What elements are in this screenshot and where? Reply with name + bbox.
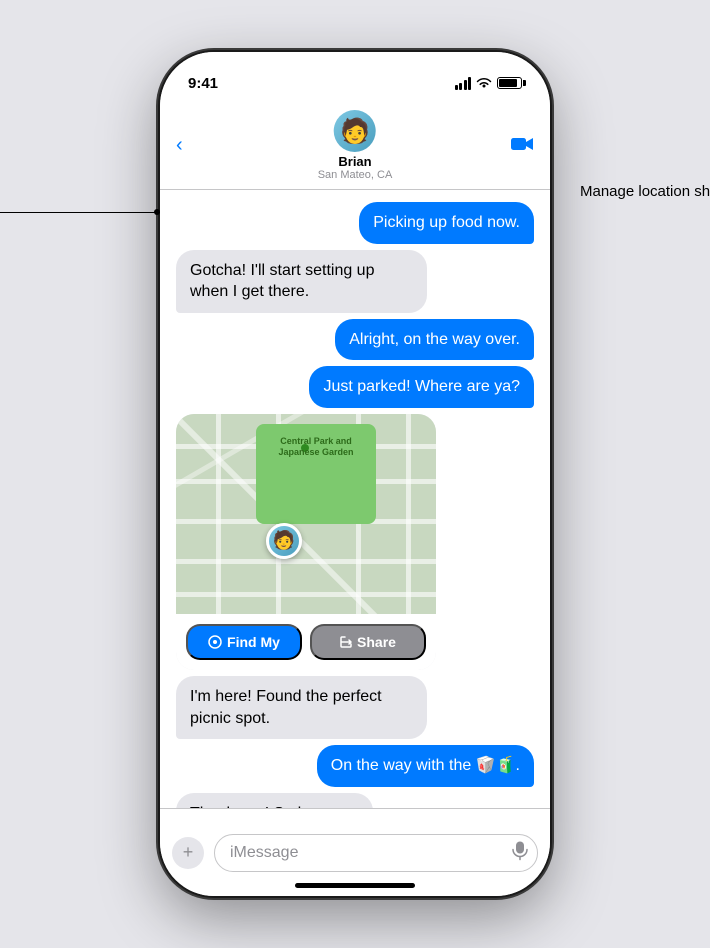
back-chevron-icon: ‹: [176, 134, 183, 157]
message-input-wrapper: iMessage: [214, 834, 538, 872]
annotation-line: [0, 212, 160, 213]
annotation-text: Manage location sharing.: [580, 182, 710, 202]
share-icon: [340, 635, 352, 649]
map-image: Central Park and Japanese Garden 🧑: [176, 414, 436, 614]
received-bubble: Thank you! So hungry...: [176, 793, 373, 808]
received-bubble: Gotcha! I'll start setting up when I get…: [176, 250, 427, 313]
message-row-5: Central Park and Japanese Garden 🧑 Find …: [176, 414, 534, 670]
message-row-4: Just parked! Where are ya?: [176, 366, 534, 408]
battery-icon: [497, 77, 522, 89]
mic-icon[interactable]: [512, 840, 528, 865]
back-button[interactable]: ‹: [176, 134, 183, 157]
sent-bubble: Picking up food now.: [359, 202, 534, 244]
status-time: 9:41: [188, 75, 218, 92]
message-row-2: Gotcha! I'll start setting up when I get…: [176, 250, 534, 313]
sent-bubble: Just parked! Where are ya?: [309, 366, 534, 408]
park-name: Central Park and Japanese Garden: [266, 436, 366, 458]
message-row-6: I'm here! Found the perfect picnic spot.: [176, 676, 534, 739]
add-button[interactable]: +: [172, 837, 204, 869]
signal-icon: [455, 77, 472, 90]
conversation-header: ‹ 🧑 Brian San Mateo, CA: [160, 102, 550, 190]
sent-bubble: On the way with the 🥡🧃.: [317, 745, 534, 787]
find-my-icon: [208, 635, 222, 649]
status-icons: [455, 77, 523, 90]
contact-name: Brian: [338, 154, 371, 169]
contact-location: San Mateo, CA: [318, 169, 393, 181]
location-pin: 🧑: [266, 523, 302, 559]
message-row-7: On the way with the 🥡🧃.: [176, 745, 534, 787]
map-buttons: Find My Share: [176, 614, 436, 670]
received-bubble: I'm here! Found the perfect picnic spot.: [176, 676, 427, 739]
wifi-icon: [476, 77, 492, 89]
home-indicator: [295, 883, 415, 888]
video-call-button[interactable]: [510, 133, 534, 159]
contact-info[interactable]: 🧑 Brian San Mateo, CA: [318, 110, 393, 181]
avatar: 🧑: [334, 110, 376, 152]
message-row-8: Thank you! So hungry...: [176, 793, 534, 808]
find-my-button[interactable]: Find My: [186, 624, 302, 660]
messages-area: Picking up food now. Gotcha! I'll start …: [160, 190, 550, 808]
message-input[interactable]: [214, 834, 538, 872]
share-button[interactable]: Share: [310, 624, 426, 660]
annotation-dot: [154, 209, 160, 215]
status-bar: 9:41: [160, 52, 550, 102]
map-bubble[interactable]: Central Park and Japanese Garden 🧑 Find …: [176, 414, 436, 670]
message-row-3: Alright, on the way over.: [176, 319, 534, 361]
message-row-1: Picking up food now.: [176, 202, 534, 244]
sent-bubble: Alright, on the way over.: [335, 319, 534, 361]
phone-frame: 9:41 ‹: [160, 52, 550, 896]
